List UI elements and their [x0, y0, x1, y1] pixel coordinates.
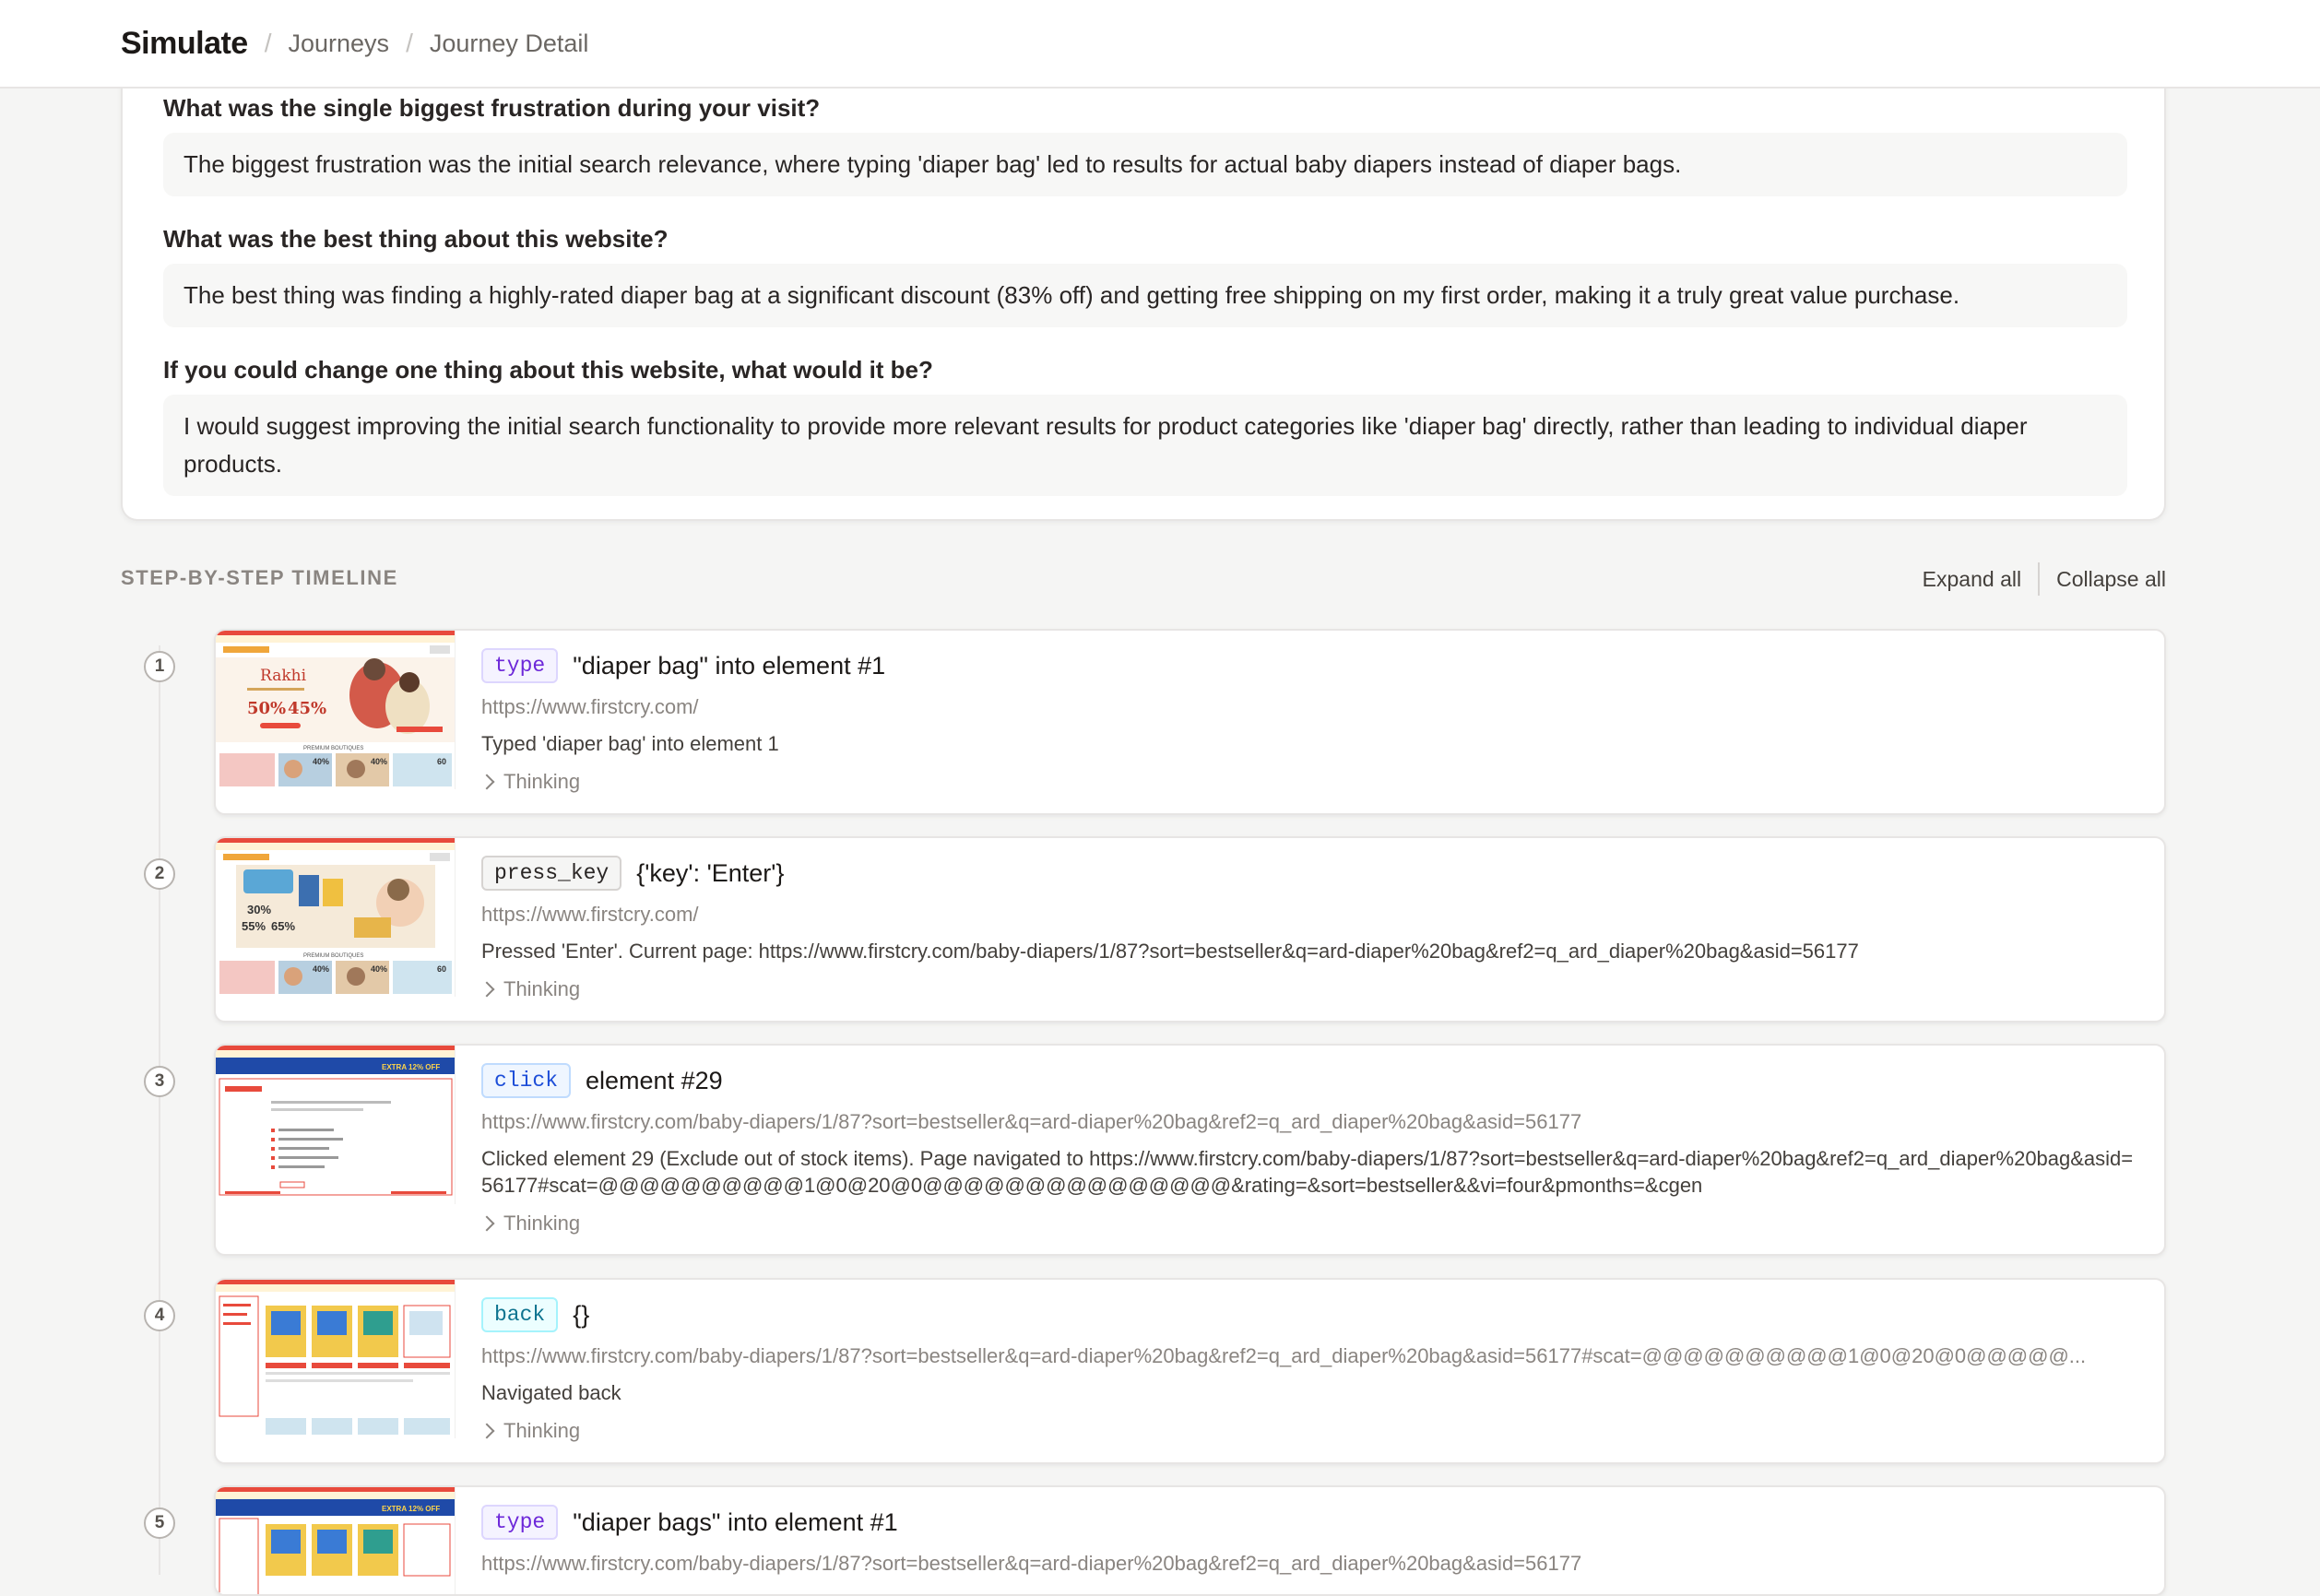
chevron-right-icon [479, 1215, 495, 1232]
svg-text:60: 60 [437, 757, 446, 766]
svg-text:60: 60 [437, 964, 446, 974]
brand-logo[interactable]: Simulate [121, 26, 248, 62]
svg-text:30%: 30% [247, 903, 271, 916]
step-url[interactable]: https://www.firstcry.com/baby-diapers/1/… [481, 1550, 2142, 1578]
step-url[interactable]: https://www.firstcry.com/ [481, 693, 2142, 721]
timeline-title: STEP-BY-STEP TIMELINE [121, 566, 398, 589]
step-screenshot-thumbnail[interactable]: 30% 55% 65% PREMIUM BOUTIQUES 40% 40% 60 [216, 838, 456, 997]
svg-text:55%: 55% [242, 919, 266, 933]
breadcrumb-separator: / [406, 29, 413, 57]
action-badge-back: back [481, 1297, 559, 1332]
svg-text:40%: 40% [371, 757, 387, 766]
step-body: back {} https://www.firstcry.com/baby-di… [479, 1296, 2142, 1445]
step-body: click element #29 https://www.firstcry.c… [479, 1062, 2142, 1237]
survey-question: If you could change one thing about this… [163, 356, 933, 384]
timeline-step[interactable]: back {} https://www.firstcry.com/baby-di… [214, 1278, 2166, 1464]
expand-all-button[interactable]: Expand all [1906, 567, 2038, 592]
svg-text:PREMIUM BOUTIQUES: PREMIUM BOUTIQUES [303, 953, 363, 959]
homepage-screenshot: Rakhi 50% 45% PREMIUM BOUTIQUES 40% 40% … [216, 631, 455, 789]
step-number: 3 [144, 1066, 175, 1097]
step-title: {} [573, 1300, 590, 1329]
step-number: 1 [144, 651, 175, 682]
timeline-rail [159, 645, 160, 1575]
thinking-label: Thinking [503, 977, 581, 1000]
timeline-step[interactable]: 30% 55% 65% PREMIUM BOUTIQUES 40% 40% 60… [214, 836, 2166, 1023]
product-grid-screenshot [216, 1280, 455, 1438]
step-title: element #29 [586, 1066, 723, 1094]
action-badge-type: type [481, 648, 559, 683]
step-url[interactable]: https://www.firstcry.com/baby-diapers/1/… [481, 1342, 2142, 1370]
collapse-all-button[interactable]: Collapse all [2040, 567, 2166, 592]
breadcrumb: Simulate / Journeys / Journey Detail [121, 0, 588, 87]
survey-answers-card: What was the single biggest frustration … [121, 55, 2166, 521]
survey-question: What was the single biggest frustration … [163, 94, 821, 122]
step-body: press_key {'key': 'Enter'} https://www.f… [479, 855, 2142, 1003]
timeline-step[interactable]: EXTRA 12% OFF click element #29 https://… [214, 1044, 2166, 1256]
svg-text:EXTRA 12% OFF: EXTRA 12% OFF [382, 1505, 440, 1513]
thinking-label: Thinking [503, 1212, 581, 1235]
step-header: press_key {'key': 'Enter'} [481, 855, 2142, 892]
step-number: 4 [144, 1300, 175, 1331]
step-result: Pressed 'Enter'. Current page: https://w… [481, 940, 1859, 963]
svg-text:50%: 50% [247, 699, 286, 718]
breadcrumb-journeys[interactable]: Journeys [289, 30, 390, 58]
survey-question: What was the best thing about this websi… [163, 225, 669, 253]
survey-answer: The best thing was finding a highly-rate… [163, 264, 2127, 327]
thinking-label: Thinking [503, 770, 581, 793]
breadcrumb-journey-detail: Journey Detail [429, 29, 589, 57]
step-header: click element #29 [481, 1062, 2142, 1099]
survey-item: What was the single biggest frustration … [163, 92, 2127, 196]
step-body: type "diaper bag" into element #1 https:… [479, 647, 2142, 796]
step-result: Typed 'diaper bag' into element 1 [481, 732, 779, 755]
step-result: Clicked element 29 (Exclude out of stock… [481, 1147, 2134, 1197]
step-number: 5 [144, 1507, 175, 1539]
action-badge-type: type [481, 1505, 559, 1540]
chevron-right-icon [479, 774, 495, 790]
step-number: 2 [144, 858, 175, 890]
survey-item: If you could change one thing about this… [163, 354, 2127, 496]
svg-text:40%: 40% [371, 964, 387, 974]
action-badge-press-key: press_key [481, 856, 622, 891]
svg-text:40%: 40% [313, 964, 329, 974]
step-screenshot-thumbnail[interactable]: EXTRA 12% OFF [216, 1487, 456, 1594]
thinking-toggle[interactable]: Thinking [479, 1210, 2142, 1237]
action-badge-click: click [481, 1063, 572, 1098]
svg-text:Rakhi: Rakhi [260, 667, 307, 685]
step-header: type "diaper bags" into element #1 [481, 1504, 2142, 1541]
step-result: Navigated back [481, 1381, 621, 1404]
thinking-label: Thinking [503, 1419, 581, 1442]
step-header: back {} [481, 1296, 2142, 1333]
svg-text:65%: 65% [271, 919, 295, 933]
step-title: {'key': 'Enter'} [636, 858, 785, 887]
svg-text:PREMIUM BOUTIQUES: PREMIUM BOUTIQUES [303, 746, 363, 751]
step-title: "diaper bags" into element #1 [573, 1507, 898, 1536]
thinking-toggle[interactable]: Thinking [479, 768, 2142, 796]
step-url[interactable]: https://www.firstcry.com/ [481, 901, 2142, 928]
thinking-toggle[interactable]: Thinking [479, 1417, 2142, 1445]
step-screenshot-thumbnail[interactable] [216, 1280, 456, 1438]
timeline-step[interactable]: Rakhi 50% 45% PREMIUM BOUTIQUES 40% 40% … [214, 629, 2166, 815]
timeline-step[interactable]: EXTRA 12% OFF type "diaper bags" into el… [214, 1485, 2166, 1596]
timeline-actions: Expand all Collapse all [1906, 559, 2166, 599]
svg-text:EXTRA 12% OFF: EXTRA 12% OFF [382, 1063, 440, 1071]
chevron-right-icon [479, 981, 495, 998]
svg-text:45%: 45% [288, 699, 326, 718]
svg-text:40%: 40% [313, 757, 329, 766]
survey-item: What was the best thing about this websi… [163, 223, 2127, 327]
top-bar: Simulate / Journeys / Journey Detail [0, 0, 2320, 89]
search-results-filter-screenshot: EXTRA 12% OFF [216, 1046, 455, 1204]
homepage-diaper-banner-screenshot: 30% 55% 65% PREMIUM BOUTIQUES 40% 40% 60 [216, 838, 455, 997]
step-screenshot-thumbnail[interactable]: EXTRA 12% OFF [216, 1046, 456, 1204]
chevron-right-icon [479, 1423, 495, 1439]
thinking-toggle[interactable]: Thinking [479, 975, 2142, 1003]
step-header: type "diaper bag" into element #1 [481, 647, 2142, 684]
breadcrumb-separator: / [264, 29, 272, 57]
product-grid-screenshot: EXTRA 12% OFF [216, 1487, 455, 1594]
step-title: "diaper bag" into element #1 [573, 651, 886, 680]
step-url[interactable]: https://www.firstcry.com/baby-diapers/1/… [481, 1108, 2142, 1136]
step-screenshot-thumbnail[interactable]: Rakhi 50% 45% PREMIUM BOUTIQUES 40% 40% … [216, 631, 456, 789]
survey-answer: I would suggest improving the initial se… [163, 395, 2127, 496]
step-body: type "diaper bags" into element #1 https… [481, 1504, 2142, 1578]
survey-answer: The biggest frustration was the initial … [163, 133, 2127, 196]
